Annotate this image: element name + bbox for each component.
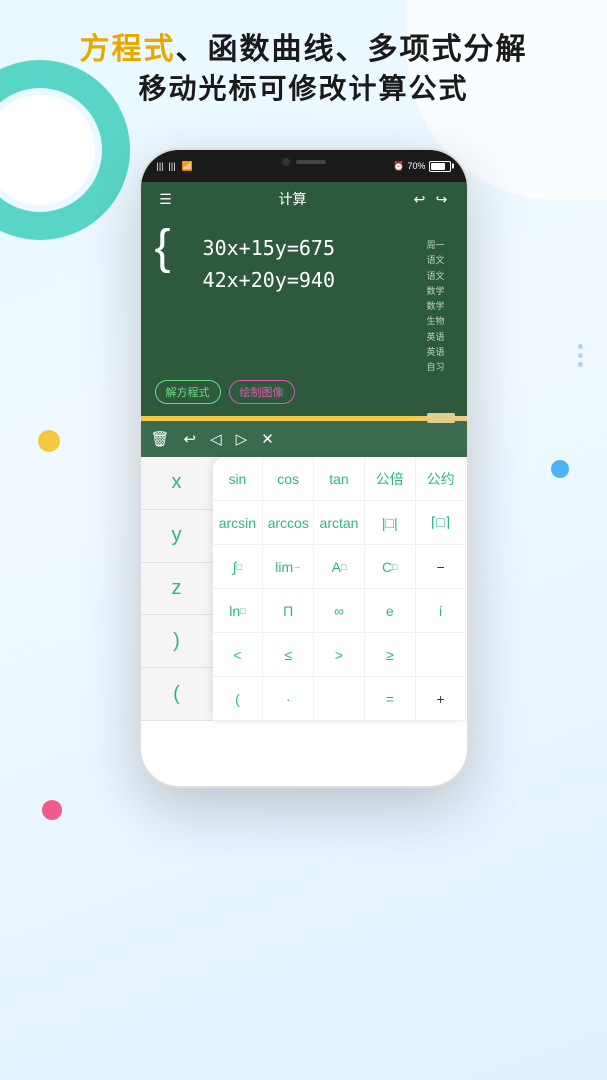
key-lcm[interactable]: 公倍 xyxy=(365,457,416,501)
battery-percent: 70% xyxy=(407,161,425,171)
key-pi[interactable]: Π xyxy=(263,589,314,633)
clear-icon[interactable]: ✕ xyxy=(261,430,274,448)
side-menu: 周一 语文 语文 数学 数学 生物 英语 英语 自习 xyxy=(426,238,444,376)
header-line1: 方程式、函数曲线、多项式分解 xyxy=(20,30,587,69)
solve-button[interactable]: 解方程式 xyxy=(155,380,221,404)
key-integral[interactable]: ∫□ xyxy=(213,545,264,589)
key-sin[interactable]: sin xyxy=(213,457,264,501)
header-line2: 移动光标可修改计算公式 xyxy=(20,69,587,108)
key-geq[interactable]: ≥ xyxy=(365,633,416,677)
equations: 30x+15y=675 42x+20y=940 xyxy=(203,232,335,296)
bg-dot-blue xyxy=(551,460,569,478)
key-lim[interactable]: lim→ xyxy=(263,545,314,589)
key-gcd[interactable]: 公约 xyxy=(416,457,467,501)
menu-icon[interactable]: ☰ xyxy=(155,191,177,208)
keyboard-area: x y z ) ( sin cos tan 公倍 公约 arcsin arcco… xyxy=(141,457,467,721)
key-A[interactable]: A□ xyxy=(314,545,365,589)
highlight-text: 方程式 xyxy=(80,33,176,66)
battery-icon xyxy=(429,161,451,172)
key-infinity[interactable]: ∞ xyxy=(314,589,365,633)
key-abs[interactable]: |□| xyxy=(365,501,416,545)
eraser xyxy=(427,413,455,423)
redo-icon[interactable]: ↪ xyxy=(431,191,453,208)
status-bar: ||| ||| 📶 ⏰ 70% xyxy=(141,150,467,182)
draw-button[interactable]: 绘制图像 xyxy=(229,380,295,404)
brace-symbol: { xyxy=(155,224,171,272)
key-arccos[interactable]: arccos xyxy=(263,501,314,545)
return-icon[interactable]: ↩ xyxy=(184,430,197,448)
key-ceil[interactable]: ⌈□⌉ xyxy=(416,501,467,545)
equation2: 42x+20y=940 xyxy=(203,264,335,296)
key-arcsin[interactable]: arcsin xyxy=(213,501,264,545)
key-open-paren2[interactable]: ( xyxy=(213,677,264,721)
key-close-paren[interactable]: ) xyxy=(141,615,213,668)
notch-bar xyxy=(296,160,326,164)
key-y[interactable]: y xyxy=(141,510,213,563)
calc-display: { 30x+15y=675 42x+20y=940 周一 语文 语文 数学 数学… xyxy=(141,216,467,416)
key-tan[interactable]: tan xyxy=(314,457,365,501)
phone-mockup: ||| ||| 📶 ⏰ 70% ☰ 计算 ↩ ↪ { 30x+15y=675 4… xyxy=(139,148,469,788)
bg-dot-yellow xyxy=(38,430,60,452)
key-ln[interactable]: ln□ xyxy=(213,589,264,633)
undo-icon[interactable]: ↩ xyxy=(409,191,431,208)
notch-camera xyxy=(282,158,290,166)
key-arctan[interactable]: arctan xyxy=(314,501,365,545)
alarm-icon: ⏰ xyxy=(393,161,404,172)
key-e[interactable]: e xyxy=(365,589,416,633)
key-less-than[interactable]: < xyxy=(213,633,264,677)
key-dot[interactable]: · xyxy=(263,677,314,721)
key-C[interactable]: C□ xyxy=(365,545,416,589)
key-x[interactable]: x xyxy=(141,457,213,510)
key-open-paren[interactable]: ( xyxy=(141,668,213,721)
key-empty5 xyxy=(416,633,467,677)
keyboard-left: x y z ) ( xyxy=(141,457,213,721)
bg-dot-pink xyxy=(42,800,62,820)
key-minus[interactable]: − xyxy=(416,545,467,589)
key-equals[interactable]: = xyxy=(365,677,416,721)
key-plus[interactable]: + xyxy=(416,677,467,721)
keyboard-right: sin cos tan 公倍 公约 arcsin arccos arctan |… xyxy=(213,457,467,721)
header-section: 方程式、函数曲线、多项式分解 移动光标可修改计算公式 xyxy=(0,30,607,108)
yellow-divider xyxy=(141,416,467,421)
right-arrow-icon[interactable]: ▷ xyxy=(236,430,248,448)
bg-dots-decoration xyxy=(574,340,587,371)
key-grid: sin cos tan 公倍 公约 arcsin arccos arctan |… xyxy=(213,457,467,721)
key-z[interactable]: z xyxy=(141,563,213,616)
header-text-part2: 、函数曲线、多项式分解 xyxy=(176,33,528,66)
edit-toolbar: 🗑 ↩ ◁ ▷ ✕ xyxy=(141,421,467,457)
app-toolbar: ☰ 计算 ↩ ↪ xyxy=(141,182,467,216)
left-arrow-icon[interactable]: ◁ xyxy=(210,430,222,448)
status-signal: ||| ||| 📶 xyxy=(157,161,193,172)
equation1: 30x+15y=675 xyxy=(203,232,335,264)
key-empty6 xyxy=(314,677,365,721)
calc-actions: 解方程式 绘制图像 xyxy=(155,366,453,404)
status-right: ⏰ 70% xyxy=(393,161,450,172)
key-cos[interactable]: cos xyxy=(263,457,314,501)
key-leq[interactable]: ≤ xyxy=(263,633,314,677)
key-greater-than[interactable]: > xyxy=(314,633,365,677)
delete-icon[interactable]: 🗑 xyxy=(151,430,170,448)
phone-notch xyxy=(259,154,349,170)
key-i[interactable]: i xyxy=(416,589,467,633)
toolbar-title: 计算 xyxy=(177,189,409,209)
